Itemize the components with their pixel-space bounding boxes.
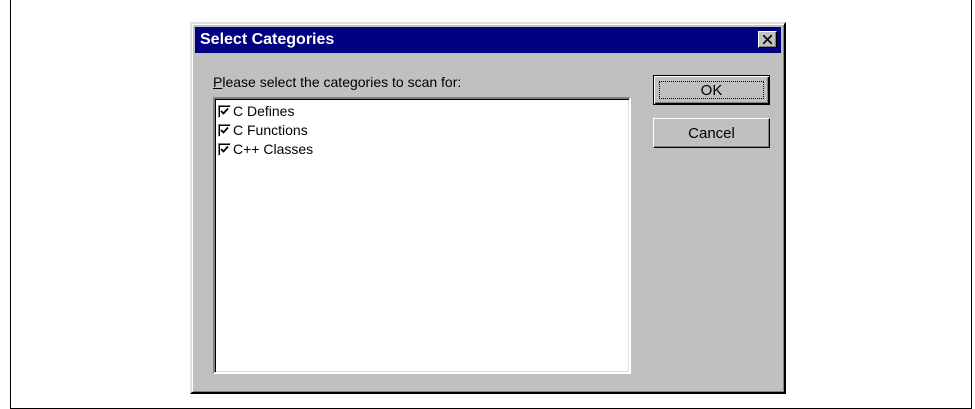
category-item-cpp-classes[interactable]: C++ Classes — [218, 140, 313, 158]
category-label: C Functions — [233, 122, 308, 138]
category-label: C++ Classes — [233, 141, 314, 157]
category-item-c-defines[interactable]: C Defines — [218, 102, 294, 120]
category-label: C Defines — [233, 103, 295, 119]
prompt-mnemonic: P — [213, 74, 223, 90]
checkmark-icon — [220, 145, 229, 153]
ok-button[interactable]: OK — [653, 75, 770, 105]
category-item-c-functions[interactable]: C Functions — [218, 121, 308, 139]
title-bar: Select Categories — [195, 27, 781, 53]
close-button[interactable] — [758, 31, 777, 48]
close-icon — [762, 31, 773, 47]
focus-rectangle — [659, 81, 764, 99]
prompt-text: lease select the categories to scan for: — [222, 74, 462, 90]
checkmark-icon — [220, 107, 229, 115]
checkmark-icon — [220, 126, 229, 134]
category-checkbox[interactable] — [218, 123, 231, 137]
select-categories-dialog: Select Categories Please select the cate… — [190, 22, 786, 394]
category-checkbox[interactable] — [218, 104, 231, 118]
cancel-button[interactable]: Cancel — [653, 118, 770, 148]
categories-list[interactable]: C Defines C Functions C++ Classes — [213, 97, 631, 374]
prompt-label: Please select the categories to scan for… — [213, 74, 461, 90]
cancel-button-label: Cancel — [688, 124, 735, 142]
category-checkbox[interactable] — [218, 142, 231, 156]
dialog-title: Select Categories — [200, 31, 335, 48]
